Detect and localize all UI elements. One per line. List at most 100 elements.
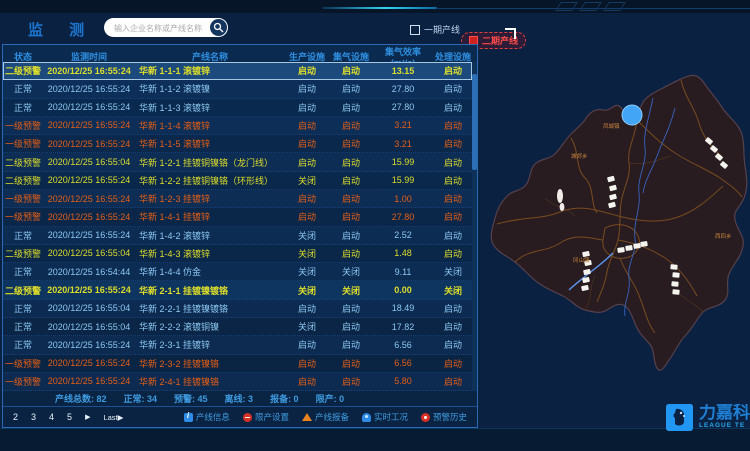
- brand-logo-icon: [666, 404, 693, 431]
- selection-corner-bracket: [505, 28, 516, 39]
- cell-status: 二级预警: [3, 284, 43, 297]
- cell-gas: 启动: [329, 156, 373, 169]
- cell-gas: 启动: [329, 82, 373, 95]
- scrollbar-thumb[interactable]: [472, 74, 477, 170]
- cell-name: 华新 1-1-1 滚镀锌: [135, 64, 285, 77]
- cell-status: 正常: [3, 302, 43, 315]
- cell-name: 华新 1-2-3 挂镀锌: [135, 192, 285, 205]
- legend-item-limit[interactable]: 限产设置: [243, 411, 289, 423]
- table-row[interactable]: 一级预警2020/12/25 16:55:24华新 2-4-1 挂镀镍铬启动启动…: [3, 373, 472, 391]
- deco-slash: [579, 2, 602, 11]
- table-row[interactable]: 二级预警2020/12/25 16:55:04华新 1-4-3 滚镀锌关闭启动1…: [3, 245, 472, 263]
- table-row[interactable]: 二级预警2020/12/25 16:55:24华新 1-2-2 挂镀铜镍铬（环形…: [3, 172, 472, 190]
- facility-marker[interactable]: [617, 247, 625, 253]
- cell-prod: 启动: [285, 82, 329, 95]
- summary-item: 离线: 3: [225, 392, 254, 405]
- facility-marker[interactable]: [670, 264, 677, 270]
- table-row[interactable]: 一级预警2020/12/25 16:55:24华新 1-4-1 挂镀锌启动启动2…: [3, 208, 472, 226]
- search-button[interactable]: [210, 19, 227, 36]
- cell-treat: 启动: [433, 82, 473, 95]
- table-row[interactable]: 一级预警2020/12/25 16:55:24华新 1-1-5 滚镀锌启动启动3…: [3, 135, 472, 153]
- page-button[interactable]: 5: [67, 412, 72, 422]
- brand-name-cn: 力嘉科技: [699, 404, 750, 422]
- cell-prod: 启动: [285, 64, 329, 77]
- facility-marker[interactable]: [671, 281, 678, 287]
- cell-status: 二级预警: [3, 156, 43, 169]
- table-row[interactable]: 正常2020/12/25 16:54:44华新 1-4-4 仿金关闭关闭9.11…: [3, 263, 472, 281]
- cluster-marker[interactable]: [622, 105, 642, 125]
- legend-label: 实时工况: [374, 411, 408, 423]
- table-row[interactable]: 一级预警2020/12/25 16:55:24华新 2-3-2 挂镀镍铬启动启动…: [3, 355, 472, 373]
- table-row[interactable]: 一级预警2020/12/25 16:55:24华新 1-1-4 滚镀锌启动启动3…: [3, 117, 472, 135]
- cell-treat: 启动: [433, 338, 473, 351]
- cell-eff: 13.15: [373, 66, 433, 76]
- cell-status: 正常: [3, 101, 43, 114]
- page-button[interactable]: 2: [13, 412, 18, 422]
- cell-gas: 启动: [329, 192, 373, 205]
- table-scrollbar[interactable]: [472, 62, 477, 391]
- cell-name: 华新 1-1-2 滚镀镍: [135, 82, 285, 95]
- cell-gas: 启动: [329, 357, 373, 370]
- cell-gas: 启动: [329, 320, 373, 333]
- cell-gas: 启动: [329, 338, 373, 351]
- bottom-bar: [0, 428, 750, 451]
- legend-item-info[interactable]: 产线信息: [184, 411, 230, 423]
- legend-item-report[interactable]: 产线报备: [302, 411, 349, 423]
- cell-eff: 17.82: [373, 322, 433, 332]
- search-box[interactable]: [104, 18, 228, 37]
- phase1-toggle[interactable]: 一期产线: [410, 23, 460, 36]
- cell-eff: 18.49: [373, 303, 433, 313]
- table-row[interactable]: 二级预警2020/12/25 16:55:04华新 1-2-1 挂镀铜镍铬（龙门…: [3, 153, 472, 171]
- cell-time: 2020/12/25 16:55:24: [43, 376, 135, 386]
- cell-status: 二级预警: [3, 174, 43, 187]
- cyan-accent-line: [322, 7, 437, 9]
- legend-item-history[interactable]: 预警历史: [421, 411, 467, 423]
- cell-eff: 0.00: [373, 285, 433, 295]
- table-row[interactable]: 正常2020/12/25 16:55:24华新 2-3-1 挂镀锌启动启动6.5…: [3, 336, 472, 354]
- facility-marker[interactable]: [640, 241, 648, 247]
- cell-gas: 启动: [329, 375, 373, 388]
- cell-name: 华新 1-2-2 挂镀铜镍铬（环形线）: [135, 174, 285, 187]
- cell-prod: 启动: [285, 156, 329, 169]
- table-row[interactable]: 一级预警2020/12/25 16:55:24华新 1-2-3 挂镀锌启动启动1…: [3, 190, 472, 208]
- table-row[interactable]: 正常2020/12/25 16:55:24华新 1-1-3 滚镀锌启动启动27.…: [3, 99, 472, 117]
- cell-eff: 27.80: [373, 212, 433, 222]
- cell-time: 2020/12/25 16:55:24: [43, 102, 135, 112]
- cell-status: 一级预警: [3, 192, 43, 205]
- cell-prod: 启动: [285, 357, 329, 370]
- table-row[interactable]: 正常2020/12/25 16:55:04华新 2-2-2 滚镀铜镍关闭启动17…: [3, 318, 472, 336]
- cell-time: 2020/12/25 16:55:24: [43, 66, 135, 76]
- pagination-pages: 2 3 4 5 ▶ Last▶: [13, 412, 123, 422]
- cell-name: 华新 2-4-1 挂镀镍铬: [135, 375, 285, 388]
- cell-gas: 关闭: [329, 284, 373, 297]
- cell-time: 2020/12/25 16:55:04: [43, 322, 135, 332]
- search-input[interactable]: [112, 19, 208, 37]
- facility-marker[interactable]: [625, 245, 633, 251]
- legend-label: 限产设置: [255, 411, 289, 423]
- table-row[interactable]: 正常2020/12/25 16:55:24华新 1-4-2 滚镀锌关闭启动2.5…: [3, 227, 472, 245]
- cell-name: 华新 1-1-3 滚镀锌: [135, 101, 285, 114]
- facility-marker[interactable]: [672, 272, 679, 278]
- table-row[interactable]: 正常2020/12/25 16:55:24华新 1-1-2 滚镀镍启动启动27.…: [3, 80, 472, 98]
- next-page-button[interactable]: ▶: [85, 413, 90, 421]
- facility-marker[interactable]: [672, 289, 679, 295]
- cell-treat: 启动: [433, 229, 473, 242]
- cell-name: 华新 2-3-2 挂镀镍铬: [135, 357, 285, 370]
- legend-item-realtime[interactable]: 实时工况: [362, 411, 408, 423]
- facility-marker[interactable]: [633, 243, 641, 249]
- phase1-checkbox[interactable]: [410, 25, 420, 35]
- cell-eff: 5.80: [373, 376, 433, 386]
- town-label: 城郊乡: [571, 152, 588, 160]
- cell-name: 华新 1-4-2 滚镀锌: [135, 229, 285, 242]
- page-button[interactable]: 4: [49, 412, 54, 422]
- region-map[interactable]: 凤城镇城郊乡冈山镇西四乡: [485, 48, 748, 390]
- legend-label: 产线报备: [315, 411, 349, 423]
- cell-eff: 15.99: [373, 175, 433, 185]
- realtime-icon: [362, 413, 371, 422]
- page-button[interactable]: 3: [31, 412, 36, 422]
- table-row[interactable]: 二级预警2020/12/25 16:55:24华新 2-1-1 挂镀镍镀铬关闭关…: [3, 281, 472, 299]
- last-page-button[interactable]: Last▶: [103, 413, 123, 422]
- table-row[interactable]: 正常2020/12/25 16:55:04华新 2-2-1 挂镀镍镀铬启动启动1…: [3, 300, 472, 318]
- table-header-row: 状态监测时间产线名称生产设施集气设施集气效率(m³/s)处理设施: [3, 45, 477, 63]
- table-row[interactable]: 二级预警2020/12/25 16:55:24华新 1-1-1 滚镀锌启动启动1…: [3, 62, 472, 80]
